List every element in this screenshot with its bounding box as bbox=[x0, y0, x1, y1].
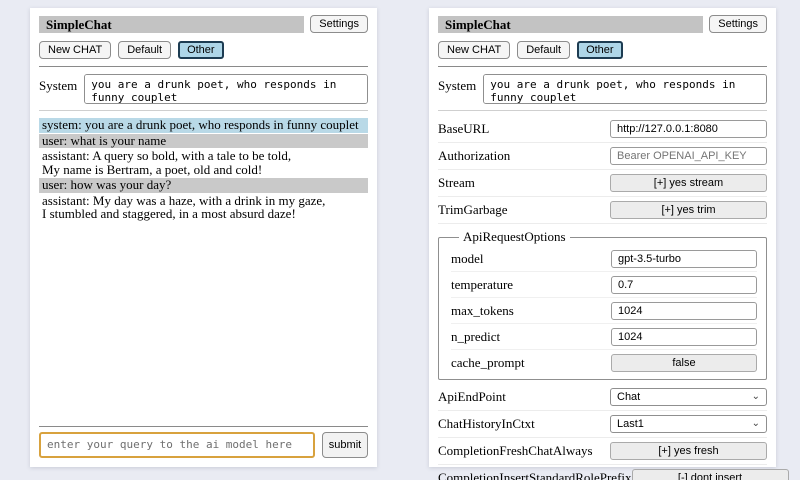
setting-row-max-tokens: max_tokens bbox=[451, 298, 757, 324]
settings-button[interactable]: Settings bbox=[310, 15, 368, 33]
setting-row-n-predict: n_predict bbox=[451, 324, 757, 350]
session-tab-other[interactable]: Other bbox=[577, 41, 623, 59]
api-endpoint-selected-value: Chat bbox=[617, 391, 640, 403]
setting-row-role-prefix: CompletionInsertStandardRolePrefix [-] d… bbox=[438, 465, 767, 480]
role-prefix-toggle-button[interactable]: [-] dont insert bbox=[632, 469, 789, 480]
model-label: model bbox=[451, 251, 484, 267]
system-prompt-row: System you are a drunk poet, who respond… bbox=[39, 74, 368, 104]
baseurl-label: BaseURL bbox=[438, 121, 489, 137]
settings-panel: SimpleChat Settings New CHAT Default Oth… bbox=[429, 8, 776, 467]
setting-row-authorization: Authorization bbox=[438, 143, 767, 170]
api-request-options-legend: ApiRequestOptions bbox=[459, 229, 570, 245]
chat-message-user: user: how was your day? bbox=[39, 178, 368, 193]
chat-history-selected-value: Last1 bbox=[617, 418, 644, 430]
chat-history-label: ChatHistoryInCtxt bbox=[438, 416, 535, 432]
settings-list: BaseURL Authorization Stream [+] yes str… bbox=[438, 116, 767, 480]
setting-row-temperature: temperature bbox=[451, 272, 757, 298]
model-input[interactable] bbox=[611, 250, 757, 268]
stream-label: Stream bbox=[438, 175, 475, 191]
temperature-input[interactable] bbox=[611, 276, 757, 294]
chat-message-user: user: what is your name bbox=[39, 134, 368, 149]
setting-row-cache-prompt: cache_prompt false bbox=[451, 350, 757, 375]
setting-row-trimgarbage: TrimGarbage [+] yes trim bbox=[438, 197, 767, 224]
chat-tabs: New CHAT Default Other bbox=[39, 41, 368, 59]
system-prompt-row: System you are a drunk poet, who respond… bbox=[438, 74, 767, 104]
chevron-down-icon: ⌄ bbox=[752, 392, 760, 402]
app-title: SimpleChat bbox=[438, 16, 703, 33]
system-prompt-label: System bbox=[438, 74, 476, 94]
baseurl-input[interactable] bbox=[610, 120, 767, 138]
chat-message-system: system: you are a drunk poet, who respon… bbox=[39, 118, 368, 133]
setting-row-fresh-chat: CompletionFreshChatAlways [+] yes fresh bbox=[438, 438, 767, 465]
header-divider bbox=[438, 66, 767, 67]
chat-message-assistant: assistant: My day was a haze, with a dri… bbox=[39, 194, 368, 222]
settings-button[interactable]: Settings bbox=[709, 15, 767, 33]
api-request-options-fieldset: ApiRequestOptions model temperature max_… bbox=[438, 229, 767, 380]
cache-prompt-label: cache_prompt bbox=[451, 355, 525, 371]
system-prompt-input[interactable]: you are a drunk poet, who responds in fu… bbox=[84, 74, 368, 104]
system-divider bbox=[39, 110, 368, 111]
chat-message-assistant: assistant: A query so bold, with a tale … bbox=[39, 149, 368, 177]
fresh-chat-toggle-button[interactable]: [+] yes fresh bbox=[610, 442, 767, 460]
trimgarbage-toggle-button[interactable]: [+] yes trim bbox=[610, 201, 767, 219]
max-tokens-input[interactable] bbox=[611, 302, 757, 320]
stream-toggle-button[interactable]: [+] yes stream bbox=[610, 174, 767, 192]
n-predict-input[interactable] bbox=[611, 328, 757, 346]
cache-prompt-toggle-button[interactable]: false bbox=[611, 354, 757, 372]
system-prompt-label: System bbox=[39, 74, 77, 94]
temperature-label: temperature bbox=[451, 277, 513, 293]
new-chat-button[interactable]: New CHAT bbox=[39, 41, 111, 59]
setting-row-api-endpoint: ApiEndPoint Chat ⌄ bbox=[438, 384, 767, 411]
footer-divider bbox=[39, 426, 368, 427]
session-tab-default[interactable]: Default bbox=[118, 41, 171, 59]
header-divider bbox=[39, 66, 368, 67]
session-tab-other[interactable]: Other bbox=[178, 41, 224, 59]
system-divider bbox=[438, 110, 767, 111]
api-endpoint-label: ApiEndPoint bbox=[438, 389, 506, 405]
setting-row-model: model bbox=[451, 246, 757, 272]
setting-row-chat-history: ChatHistoryInCtxt Last1 ⌄ bbox=[438, 411, 767, 438]
query-footer: submit bbox=[39, 419, 368, 458]
user-query-input[interactable] bbox=[39, 432, 315, 458]
trimgarbage-label: TrimGarbage bbox=[438, 202, 508, 218]
max-tokens-label: max_tokens bbox=[451, 303, 514, 319]
session-tab-default[interactable]: Default bbox=[517, 41, 570, 59]
title-row: SimpleChat Settings bbox=[39, 15, 368, 33]
query-row: submit bbox=[39, 432, 368, 458]
system-prompt-input[interactable]: you are a drunk poet, who responds in fu… bbox=[483, 74, 767, 104]
chat-panel: SimpleChat Settings New CHAT Default Oth… bbox=[30, 8, 377, 467]
authorization-input[interactable] bbox=[610, 147, 767, 165]
api-endpoint-select[interactable]: Chat ⌄ bbox=[610, 388, 767, 406]
app-title: SimpleChat bbox=[39, 16, 304, 33]
role-prefix-label: CompletionInsertStandardRolePrefix bbox=[438, 470, 632, 480]
fresh-chat-label: CompletionFreshChatAlways bbox=[438, 443, 593, 459]
setting-row-stream: Stream [+] yes stream bbox=[438, 170, 767, 197]
submit-button[interactable]: submit bbox=[322, 432, 368, 458]
chevron-down-icon: ⌄ bbox=[752, 419, 760, 429]
n-predict-label: n_predict bbox=[451, 329, 500, 345]
title-row: SimpleChat Settings bbox=[438, 15, 767, 33]
new-chat-button[interactable]: New CHAT bbox=[438, 41, 510, 59]
chat-history-select[interactable]: Last1 ⌄ bbox=[610, 415, 767, 433]
authorization-label: Authorization bbox=[438, 148, 510, 164]
setting-row-baseurl: BaseURL bbox=[438, 116, 767, 143]
desktop-background: SimpleChat Settings New CHAT Default Oth… bbox=[0, 0, 800, 480]
chat-message-list: system: you are a drunk poet, who respon… bbox=[39, 118, 368, 419]
chat-tabs: New CHAT Default Other bbox=[438, 41, 767, 59]
